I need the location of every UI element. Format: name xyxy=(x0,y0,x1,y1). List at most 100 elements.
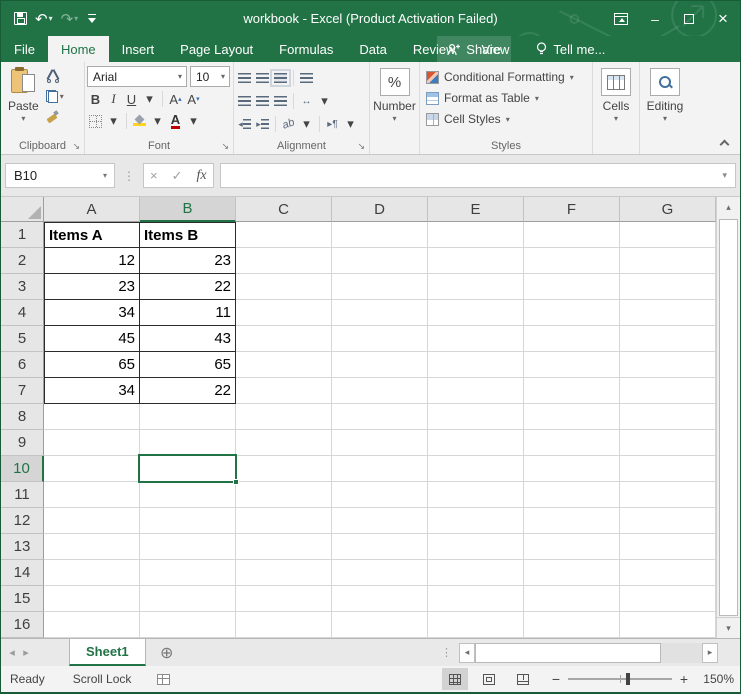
save-button[interactable] xyxy=(11,7,30,31)
cell-F11[interactable] xyxy=(524,482,620,508)
cell-G11[interactable] xyxy=(620,482,716,508)
row-header-13[interactable]: 13 xyxy=(1,534,44,560)
cell-A5[interactable]: 45 xyxy=(44,326,140,352)
cell-G1[interactable] xyxy=(620,222,716,248)
cell-A2[interactable]: 12 xyxy=(44,248,140,274)
tab-splitter[interactable]: ⋮ xyxy=(441,639,452,666)
horizontal-scrollbar[interactable]: ◂ ▸ xyxy=(459,642,718,663)
align-right-button[interactable] xyxy=(272,92,289,110)
cell-G14[interactable] xyxy=(620,560,716,586)
normal-view-button[interactable] xyxy=(442,668,468,690)
cell-C14[interactable] xyxy=(236,560,332,586)
paste-button[interactable]: Paste ▾ xyxy=(3,64,44,137)
cell-F13[interactable] xyxy=(524,534,620,560)
cell-B9[interactable] xyxy=(140,430,236,456)
scroll-up-button[interactable]: ▴ xyxy=(717,197,740,218)
page-break-view-button[interactable] xyxy=(510,668,536,690)
active-cell-selection[interactable] xyxy=(138,454,237,483)
italic-button[interactable]: I xyxy=(105,90,122,108)
cell-E2[interactable] xyxy=(428,248,524,274)
cell-C10[interactable] xyxy=(236,456,332,482)
cell-B12[interactable] xyxy=(140,508,236,534)
cell-D6[interactable] xyxy=(332,352,428,378)
align-left-button[interactable] xyxy=(236,92,253,110)
vertical-scroll-thumb[interactable] xyxy=(719,219,738,616)
cell-G12[interactable] xyxy=(620,508,716,534)
row-header-15[interactable]: 15 xyxy=(1,586,44,612)
cell-F2[interactable] xyxy=(524,248,620,274)
font-color-button[interactable]: A xyxy=(167,112,184,130)
cell-A4[interactable]: 34 xyxy=(44,300,140,326)
share-button[interactable]: Share xyxy=(437,36,511,62)
row-header-1[interactable]: 1 xyxy=(1,222,44,248)
formula-input[interactable]: ▾ xyxy=(220,163,736,188)
cell-G7[interactable] xyxy=(620,378,716,404)
row-header-2[interactable]: 2 xyxy=(1,248,44,274)
cells-group-button[interactable]: Cells ▾ xyxy=(596,64,636,137)
increase-font-size-button[interactable]: A xyxy=(167,90,184,108)
cell-B15[interactable] xyxy=(140,586,236,612)
tell-me-box[interactable]: Tell me... xyxy=(536,36,605,62)
font-color-dropdown[interactable]: ▾ xyxy=(185,112,202,130)
cell-styles-button[interactable]: Cell Styles ▾ xyxy=(422,109,590,129)
cell-A3[interactable]: 23 xyxy=(44,274,140,300)
cell-F3[interactable] xyxy=(524,274,620,300)
clipboard-dialog-launcher[interactable]: ↘ xyxy=(72,142,80,151)
cell-B11[interactable] xyxy=(140,482,236,508)
cell-G16[interactable] xyxy=(620,612,716,638)
cell-A9[interactable] xyxy=(44,430,140,456)
cell-F7[interactable] xyxy=(524,378,620,404)
zoom-out-button[interactable]: − xyxy=(550,671,562,687)
row-header-4[interactable]: 4 xyxy=(1,300,44,326)
cell-D13[interactable] xyxy=(332,534,428,560)
cell-D15[interactable] xyxy=(332,586,428,612)
orientation-button[interactable]: ab xyxy=(277,113,299,136)
editing-group-button[interactable]: Editing ▾ xyxy=(642,64,689,137)
cell-B7[interactable]: 22 xyxy=(140,378,236,404)
cell-F15[interactable] xyxy=(524,586,620,612)
decrease-indent-button[interactable]: ◂ xyxy=(236,115,253,133)
cell-D4[interactable] xyxy=(332,300,428,326)
tab-data[interactable]: Data xyxy=(346,36,399,62)
redo-button[interactable]: ↷▾ xyxy=(58,7,82,31)
cell-F12[interactable] xyxy=(524,508,620,534)
cell-B6[interactable]: 65 xyxy=(140,352,236,378)
ribbon-display-options-button[interactable] xyxy=(604,1,638,36)
underline-button[interactable]: U xyxy=(123,90,140,108)
maximize-button[interactable] xyxy=(672,1,706,36)
cell-A10[interactable] xyxy=(44,456,140,482)
undo-button[interactable]: ↶▾ xyxy=(32,7,56,31)
text-direction-dropdown[interactable]: ▾ xyxy=(342,115,359,133)
cell-B16[interactable] xyxy=(140,612,236,638)
row-header-10[interactable]: 10 xyxy=(1,456,44,482)
cell-F5[interactable] xyxy=(524,326,620,352)
cell-C3[interactable] xyxy=(236,274,332,300)
cell-F1[interactable] xyxy=(524,222,620,248)
vertical-scrollbar[interactable]: ▴ ▾ xyxy=(716,197,740,638)
cell-G9[interactable] xyxy=(620,430,716,456)
merge-center-dropdown[interactable]: ▾ xyxy=(316,92,333,110)
cell-D3[interactable] xyxy=(332,274,428,300)
cell-B8[interactable] xyxy=(140,404,236,430)
row-header-7[interactable]: 7 xyxy=(1,378,44,404)
cell-D10[interactable] xyxy=(332,456,428,482)
borders-button[interactable] xyxy=(87,112,104,130)
name-box[interactable]: B10 ▾ xyxy=(5,163,115,188)
font-dialog-launcher[interactable]: ↘ xyxy=(221,142,229,151)
cell-grid[interactable]: ABCDEFG1Items AItems B212233232243411545… xyxy=(1,197,716,638)
scroll-left-button[interactable]: ◂ xyxy=(459,643,475,663)
fill-color-button[interactable] xyxy=(131,112,148,130)
column-header-D[interactable]: D xyxy=(332,197,428,222)
cell-B4[interactable]: 11 xyxy=(140,300,236,326)
cell-E15[interactable] xyxy=(428,586,524,612)
cell-G5[interactable] xyxy=(620,326,716,352)
cell-D5[interactable] xyxy=(332,326,428,352)
cut-button[interactable] xyxy=(44,68,66,84)
cell-A16[interactable] xyxy=(44,612,140,638)
cell-E12[interactable] xyxy=(428,508,524,534)
cell-C11[interactable] xyxy=(236,482,332,508)
row-header-14[interactable]: 14 xyxy=(1,560,44,586)
horizontal-scroll-thumb[interactable] xyxy=(475,643,661,663)
cell-C8[interactable] xyxy=(236,404,332,430)
row-header-11[interactable]: 11 xyxy=(1,482,44,508)
